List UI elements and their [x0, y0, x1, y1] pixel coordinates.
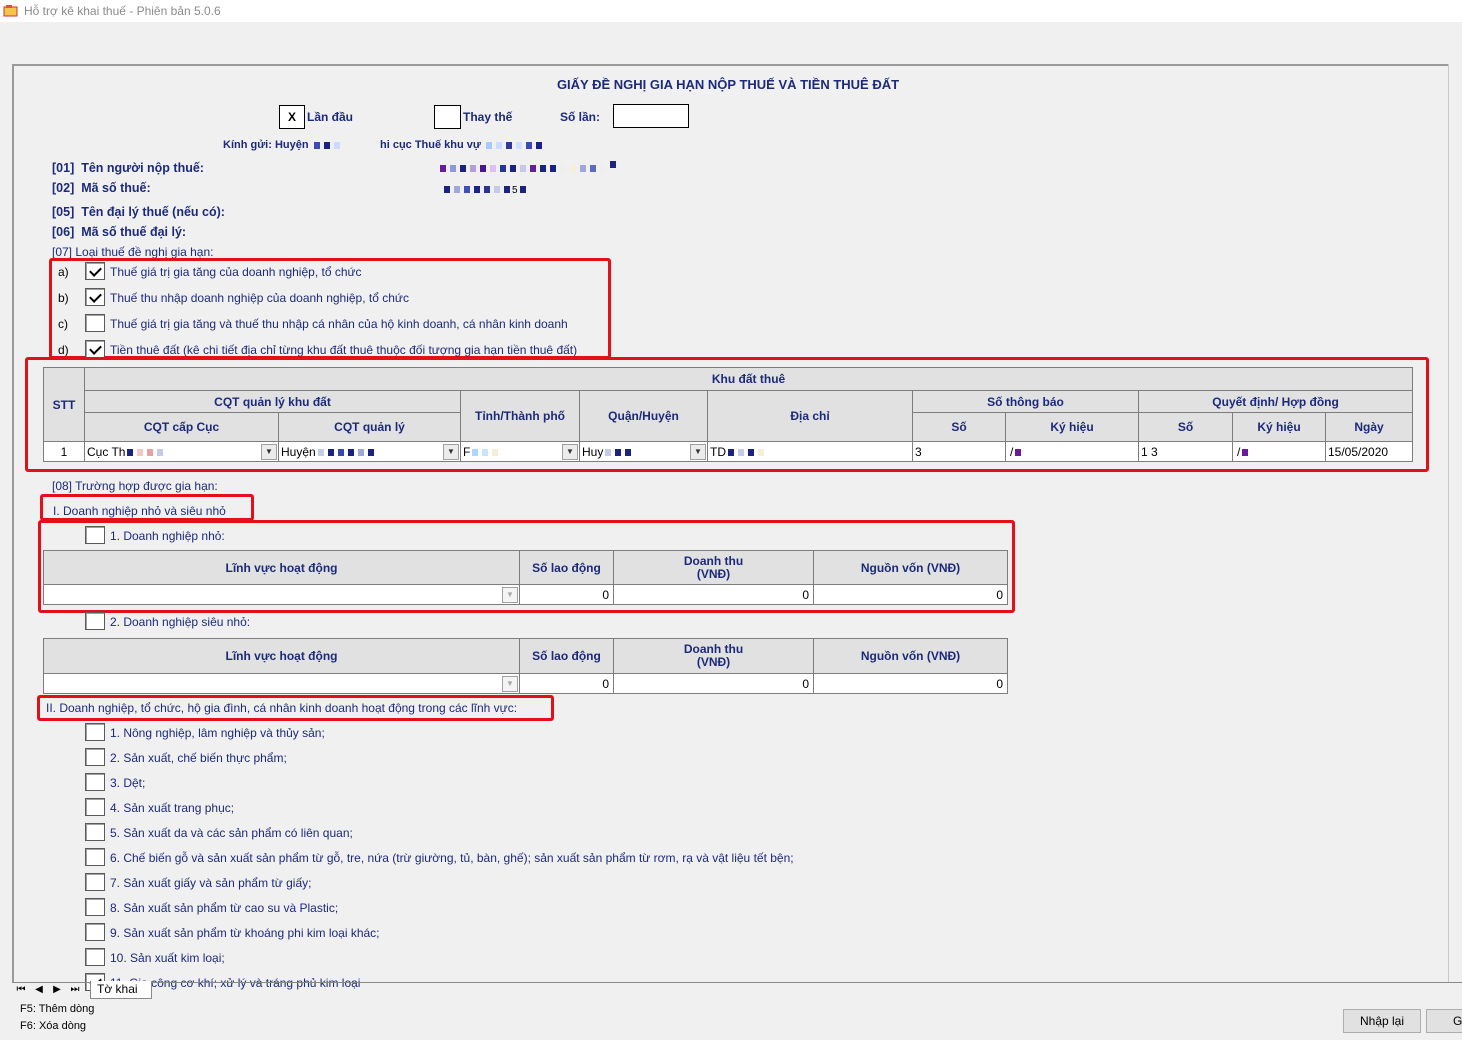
- sector-list: 1. Nông nghiệp, lâm nghiệp và thủy sản; …: [0, 0, 1462, 996]
- sheet-tab-to-khai[interactable]: Tờ khai: [90, 981, 152, 999]
- shortcut-f5: F5: Thêm dòng: [20, 1003, 95, 1015]
- sector-4-label: 4. Sản xuất trang phục;: [110, 801, 235, 815]
- shortcut-f6: F6: Xóa dòng: [20, 1020, 87, 1032]
- sector-4-checkbox[interactable]: [85, 798, 105, 816]
- sector-5-label: 5. Sản xuất da và các sản phẩm có liên q…: [110, 826, 353, 840]
- sector-10-label: 10. Sản xuất kim loại;: [110, 951, 225, 965]
- sector-7-checkbox[interactable]: [85, 873, 105, 891]
- reset-button[interactable]: Nhập lại: [1343, 1009, 1421, 1033]
- sector-6-label: 6. Chế biến gỗ và sản xuất sản phẩm từ g…: [110, 851, 794, 865]
- sector-3-checkbox[interactable]: [85, 773, 105, 791]
- first-sheet-icon[interactable]: ⏮: [16, 984, 26, 996]
- sector-6-checkbox[interactable]: [85, 848, 105, 866]
- next-sheet-icon[interactable]: ▶: [52, 984, 62, 996]
- sector-7-label: 7. Sản xuất giấy và sản phẩm từ giấy;: [110, 876, 312, 890]
- sector-9-checkbox[interactable]: [85, 923, 105, 941]
- sector-8-checkbox[interactable]: [85, 898, 105, 916]
- sector-5-checkbox[interactable]: [85, 823, 105, 841]
- sector-9-label: 9. Sản xuất sản phẩm từ khoáng phi kim l…: [110, 926, 380, 940]
- sector-2-label: 2. Sản xuất, chế biến thực phẩm;: [110, 751, 287, 765]
- prev-sheet-icon[interactable]: ◀: [34, 984, 44, 996]
- sector-10-checkbox[interactable]: [85, 948, 105, 966]
- last-sheet-icon[interactable]: ⏭: [70, 984, 80, 996]
- sector-2-checkbox[interactable]: [85, 748, 105, 766]
- sector-3-label: 3. Dệt;: [110, 776, 146, 790]
- sheet-tabs-divider: [12, 982, 1462, 983]
- sector-1-label: 1. Nông nghiệp, lâm nghiệp và thủy sản;: [110, 726, 325, 740]
- next-button[interactable]: G: [1426, 1009, 1462, 1033]
- sector-8-label: 8. Sản xuất sản phẩm từ cao su và Plasti…: [110, 901, 339, 915]
- sector-1-checkbox[interactable]: [85, 723, 105, 741]
